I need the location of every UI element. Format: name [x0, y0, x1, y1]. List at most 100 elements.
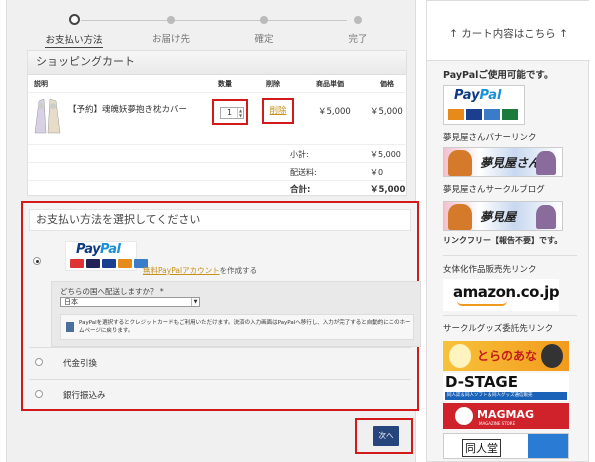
card-icons: [70, 259, 148, 268]
cart-item-row: 【予約】魂魄妖夢抱き枕カバー 1 ▲ ▼ 削除 ￥5,000 ￥5,000: [28, 95, 408, 145]
qty-value: 1: [227, 108, 233, 117]
col-delete: 削除: [266, 80, 280, 88]
payment-title: お支払い方法を選択してください: [29, 209, 411, 231]
yumemiya-blog-banner[interactable]: 夢見屋: [443, 201, 563, 231]
country-selected: 日本: [64, 298, 78, 306]
total-label: 合計:: [290, 185, 311, 195]
radio-cod[interactable]: [35, 358, 43, 366]
total-row: 合計: ￥5,000: [28, 179, 408, 197]
shipping-label: 配送料:: [290, 168, 317, 177]
step-payment: お支払い方法: [29, 12, 119, 48]
cart-header: 説明 数量 削除 商品単価 価格: [28, 79, 408, 93]
paypal-logo: PayPal: [65, 241, 148, 271]
step-dot: [167, 16, 175, 24]
female-shop-label: 女体化作品販売先リンク: [443, 265, 537, 275]
banner-text: とらのあな: [477, 349, 538, 363]
amazon-banner[interactable]: amazon.co.jp: [443, 279, 559, 311]
circle-goods-label: サークルグッズ委託先リンク: [443, 324, 554, 334]
toranoana-banner[interactable]: とらのあな: [443, 341, 569, 371]
col-desc: 説明: [34, 80, 48, 88]
amazon-logo: amazon.co.jp: [453, 283, 559, 301]
radio-paypal[interactable]: [33, 257, 41, 265]
dstage-subtext: 同人誌＆同人ソフト＆同人グッズ通信販売: [445, 392, 567, 400]
country-select[interactable]: 日本 ▼: [60, 297, 200, 307]
step-label: お届け先: [151, 34, 190, 45]
paypal-ok-label: PayPalご使用可能です。: [443, 70, 554, 81]
delete-highlight: 削除: [262, 98, 294, 124]
card-icon: [70, 259, 84, 268]
magmag-subtext: MAGAZINE STORE: [479, 421, 516, 426]
step-dot: [260, 16, 268, 24]
col-unit-price: 商品単価: [316, 80, 344, 88]
step-shipping: お届け先: [126, 12, 216, 45]
mastercard-icon: [448, 109, 464, 120]
qty-spinner[interactable]: ▲ ▼: [237, 108, 243, 118]
magmag-logo: MAGMAG: [477, 408, 534, 421]
paypal-create-suffix: を作成する: [219, 266, 258, 275]
paypal-banner[interactable]: PayPal: [443, 85, 525, 125]
cart-link-text[interactable]: ↑ カート内容はこちら ↑: [427, 26, 590, 41]
step-dot: [354, 16, 362, 24]
cart-title: ショッピングカート: [28, 51, 406, 75]
notice-text: PayPalを選択するとクレジットカードもご利用いただけます。決済の入力画面はP…: [79, 320, 411, 334]
magmag-icon: [455, 407, 473, 425]
divider: [443, 315, 577, 316]
visa-icon: [102, 259, 116, 268]
sidebar: ↑ カート内容はこちら ↑ PayPalご使用可能です。 PayPal 夢見屋さ…: [426, 0, 590, 462]
character-image: [536, 205, 556, 229]
qty-input[interactable]: 1 ▲ ▼: [220, 107, 244, 119]
visa-icon: [466, 109, 482, 120]
banner-image: [528, 434, 568, 458]
card-icon: [86, 259, 100, 268]
next-highlight: 次へ: [355, 418, 413, 454]
mastercard-icon: [118, 259, 132, 268]
payment-method-section: お支払い方法を選択してください PayPal 無料PayPalアカウントを作成す…: [21, 201, 421, 411]
option-label: 代金引換: [63, 359, 98, 369]
yumemiya-blog-label: 夢見屋さんサークルブログ: [443, 185, 545, 195]
shipping-value: ￥0: [370, 168, 384, 177]
dstage-banner[interactable]: D-STAGE 同人誌＆同人ソフト＆同人グッズ通信販売: [443, 373, 569, 401]
divider: [443, 255, 577, 256]
character-image: [536, 151, 556, 175]
cart-link-box[interactable]: ↑ カート内容はこちら ↑: [427, 1, 590, 61]
option-cod[interactable]: 代金引換: [29, 347, 411, 375]
paypal-account-link[interactable]: 無料PayPalアカウント: [143, 266, 220, 275]
product-thumbnail[interactable]: [32, 97, 62, 135]
next-button[interactable]: 次へ: [373, 426, 399, 446]
shopping-cart: ショッピングカート 説明 数量 削除 商品単価 価格 【予約】魂魄妖夢抱き枕カバ…: [27, 50, 408, 197]
total-value: ￥5,000: [370, 185, 406, 195]
country-box: どちらの国へ配送しますか？ * 日本 ▼ PayPalを選択するとクレジットカー…: [51, 281, 421, 347]
banner-text: 夢見屋さん: [480, 156, 541, 170]
amazon-smile-icon: [457, 301, 507, 306]
character-image: [541, 344, 563, 368]
progress-steps: お支払い方法 お届け先 確定 完了: [21, 0, 407, 48]
step-dot-current: [68, 14, 80, 25]
unit-price: ￥5,000: [318, 107, 351, 117]
country-question: どちらの国へ配送しますか？ *: [60, 287, 164, 296]
paypal-wordmark: PayPal: [76, 242, 121, 257]
checkout-panel: お支払い方法 お届け先 確定 完了 ショッピングカート 説明 数量 削除 商品単…: [6, 0, 421, 462]
subtotal-row: 小計: ￥5,000: [28, 145, 408, 163]
dstage-logo: D-STAGE: [445, 373, 518, 391]
info-icon: [66, 322, 74, 332]
col-qty: 数量: [218, 80, 232, 88]
yumemiya-banner[interactable]: 夢見屋さん: [443, 147, 563, 177]
banner-text: 夢見屋: [480, 210, 517, 224]
character-image: [449, 344, 471, 368]
link-free-label: リンクフリー【報告不要】です。: [443, 236, 563, 245]
page: お支払い方法 お届け先 確定 完了 ショッピングカート 説明 数量 削除 商品単…: [0, 0, 595, 462]
product-name[interactable]: 【予約】魂魄妖夢抱き枕カバー: [68, 103, 187, 115]
jcb-icon: [502, 109, 518, 120]
step-label: お支払い方法: [45, 32, 103, 48]
doujindo-logo: 同人堂: [462, 439, 501, 457]
doujindo-banner[interactable]: 同人堂: [443, 433, 569, 459]
magmag-banner[interactable]: MAGMAG MAGAZINE STORE: [443, 403, 569, 429]
character-image: [448, 150, 472, 176]
character-image: [448, 204, 472, 230]
item-amount: ￥5,000: [370, 107, 403, 117]
option-label: 銀行振込み: [63, 391, 106, 401]
option-bank[interactable]: 銀行振込み: [29, 379, 411, 407]
delete-link[interactable]: 削除: [269, 106, 286, 116]
paypal-wordmark: PayPal: [454, 88, 502, 103]
radio-bank[interactable]: [35, 390, 43, 398]
